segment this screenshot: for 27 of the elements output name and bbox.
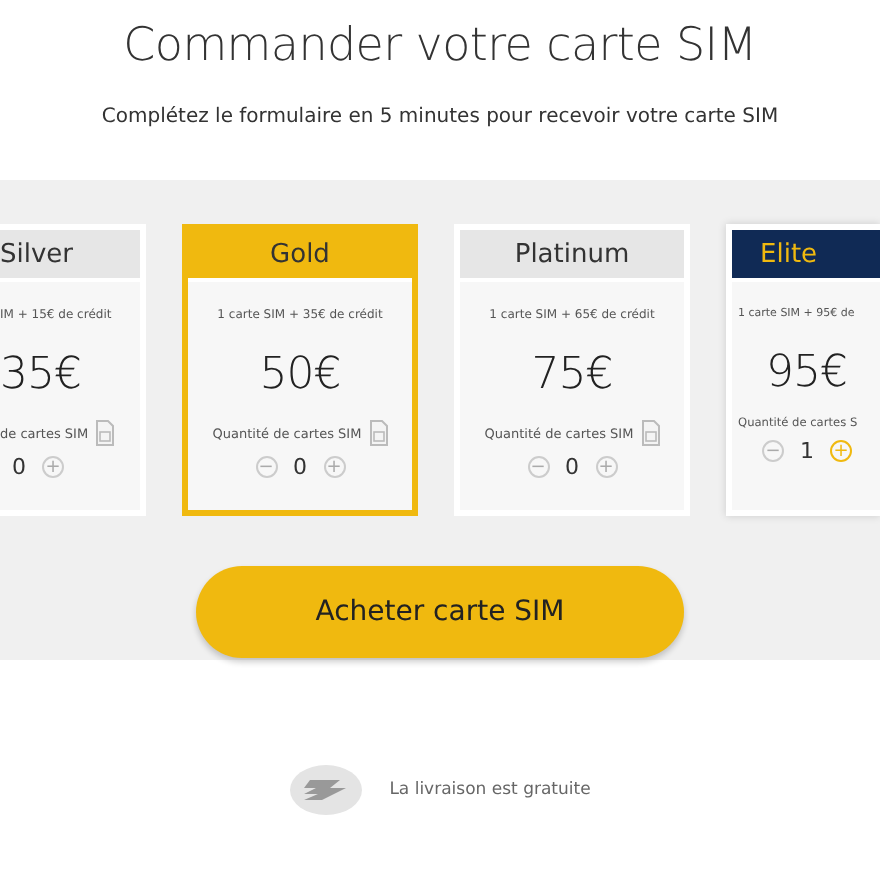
sim-card-icon xyxy=(96,420,115,446)
minus-button[interactable]: − xyxy=(762,440,784,462)
plus-button[interactable]: + xyxy=(42,456,64,478)
quantity-value: 0 xyxy=(12,454,26,480)
plan-name: Silver xyxy=(0,230,140,282)
minus-button[interactable]: − xyxy=(527,456,549,478)
quantity-value: 0 xyxy=(565,454,579,480)
page-title: Commander votre carte SIM xyxy=(121,18,759,72)
price: 75€ xyxy=(531,350,613,400)
plus-button[interactable]: + xyxy=(830,440,852,462)
minus-button[interactable]: − xyxy=(255,456,277,478)
price: 95€ xyxy=(764,348,847,398)
quantity-value: 0 xyxy=(293,454,307,480)
plan-name: Elite xyxy=(732,230,880,282)
delivery-text: La livraison est gratuite xyxy=(389,780,591,800)
sim-card-icon xyxy=(369,420,388,446)
plan-name: Platinum xyxy=(460,230,684,282)
buy-button[interactable]: Acheter carte SIM xyxy=(196,566,684,658)
price: 35€ xyxy=(0,350,81,400)
delivery-logo-icon xyxy=(289,764,362,816)
plus-button[interactable]: + xyxy=(595,456,617,478)
plus-button[interactable]: + xyxy=(323,456,345,478)
price: 50€ xyxy=(259,350,341,400)
subtitle: Complétez le formulaire en 5 minutes pour recevoir votre carte SIM xyxy=(99,106,781,128)
sim-card-icon xyxy=(641,420,660,446)
quantity-value: 1 xyxy=(800,438,814,464)
plan-name: Gold xyxy=(188,230,412,282)
